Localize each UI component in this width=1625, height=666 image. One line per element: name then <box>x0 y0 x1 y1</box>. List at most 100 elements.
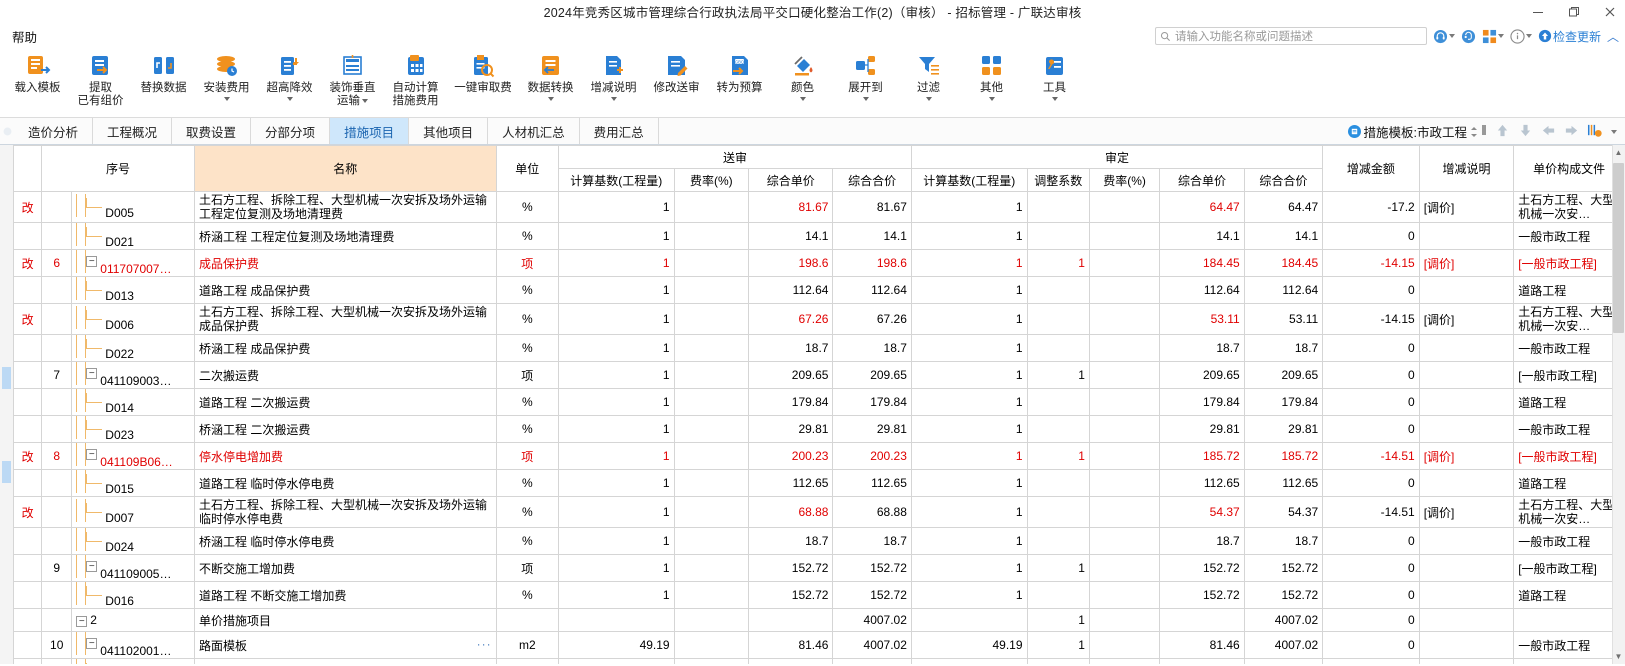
chevron-down-icon[interactable] <box>223 97 230 101</box>
row-code[interactable]: −2 <box>71 608 195 632</box>
chevron-down-icon[interactable] <box>1448 34 1455 38</box>
chevron-down-icon[interactable] <box>362 98 368 103</box>
minimize-icon[interactable] <box>1529 3 1547 21</box>
ribbon-button-install-fee[interactable]: 安装费用 <box>195 49 258 115</box>
chevron-down-icon[interactable] <box>547 97 554 101</box>
table-row[interactable]: 改 D006 土石方工程、拆除工程、大型机械一次安拆及场外运输 成品保护费% 1 67.… <box>12 303 1625 335</box>
table-row[interactable]: D023 桥涵工程 二次搬运费% 1 29.81 29.81 1 29.81 29.81 0 一般… <box>12 415 1625 443</box>
measure-template-selector[interactable]: 措施模板:市政工程 <box>1347 122 1487 141</box>
menu-item-help[interactable]: 帮助 <box>4 27 45 46</box>
row-name[interactable]: 道路工程 二次搬运费 <box>193 388 497 416</box>
row-code[interactable]: D014 <box>71 388 195 416</box>
row-name[interactable]: 成品保护费 <box>193 249 497 277</box>
ribbon-button-one-key-review-fee[interactable]: 一键审取费 <box>447 49 519 115</box>
scrollbar-thumb[interactable] <box>1613 163 1624 333</box>
table-row[interactable]: 改 D005 土石方工程、拆除工程、大型机械一次安拆及场外运输 工程定位复测及场地清… <box>12 191 1625 223</box>
cell-ellipsis-icon[interactable]: ··· <box>477 637 492 651</box>
chevron-down-icon[interactable] <box>988 97 995 101</box>
table-row[interactable]: D015 道路工程 临时停水停电费% 1 112.65 112.65 1 112.65 112… <box>12 469 1625 497</box>
row-name[interactable]: 桥涵工程 工程定位复测及场地清理费 <box>193 222 497 250</box>
row-expander[interactable]: − <box>86 368 98 379</box>
move-down-icon[interactable] <box>1518 123 1533 141</box>
tab-fee-settings[interactable]: 取费设置 <box>172 118 252 144</box>
table-row[interactable]: −2 单价措施项目 4007.02 1 4007.02 0 <box>12 608 1625 632</box>
tab-subitems[interactable]: 分部分项 <box>251 118 331 144</box>
table-row[interactable]: 改 D007 土石方工程、拆除工程、大型机械一次安拆及场外运输 临时停水停电费% 1 6… <box>12 496 1625 528</box>
row-code[interactable]: D023 <box>71 415 195 443</box>
ribbon-button-expand-to[interactable]: 展开到 <box>834 49 897 115</box>
ribbon-button-change-note[interactable]: 增减说明 <box>582 49 645 115</box>
ribbon-button-edit-submit[interactable]: 修改送审 <box>645 49 708 115</box>
collapse-ribbon-icon[interactable]: ︿ <box>1607 28 1619 45</box>
tab-scroll-left-icon[interactable] <box>0 118 14 144</box>
table-row[interactable]: D016 道路工程 不断交施工增加费% 1 152.72 152.72 1 152.72 15… <box>12 581 1625 609</box>
ribbon-button-replace-data[interactable]: 替换数据 <box>132 49 195 115</box>
row-name[interactable]: 土石方工程、拆除工程、大型机械一次安拆及场外运输 成品保护费 <box>193 303 497 335</box>
row-code[interactable]: −041102001… <box>71 631 195 659</box>
table-row[interactable]: 7−041109003… 二次搬运费项 1 209.65 209.65 1 1 209.65 2… <box>12 361 1625 389</box>
row-name[interactable]: 道路工程 不断交施工增加费 <box>193 581 497 609</box>
info-icon[interactable] <box>1510 28 1532 44</box>
row-code[interactable]: D007 <box>71 496 195 528</box>
table-row[interactable]: 改 6−011707007… 成品保护费项 1 198.6 198.6 1 1 184.45 18… <box>12 249 1625 277</box>
row-code[interactable]: D024 <box>71 527 195 555</box>
row-code[interactable]: −041109003… <box>71 361 195 389</box>
ribbon-button-color[interactable]: 颜色 <box>771 49 834 115</box>
check-update-button[interactable]: 检查更新 <box>1538 28 1601 45</box>
row-name[interactable]: 不断交施工增加费 <box>193 554 497 582</box>
row-code[interactable]: −041109005… <box>71 554 195 582</box>
chevron-down-icon[interactable] <box>1611 129 1617 134</box>
ribbon-button-vertical-transport[interactable]: 装饰垂直 运输 <box>321 49 384 115</box>
chevron-down-icon[interactable] <box>1051 97 1058 101</box>
ribbon-button-extract-price[interactable]: 提取 已有组价 <box>69 49 132 115</box>
row-expander[interactable]: − <box>86 561 98 572</box>
tab-fee-summary[interactable]: 费用汇总 <box>579 118 659 144</box>
table-row[interactable]: 10−041102001… ··· 路面模板 m2 49.19 81.46 4007.02 4… <box>12 631 1625 659</box>
row-expander[interactable]: − <box>86 256 98 267</box>
tab-cost-analysis[interactable]: 造价分析 <box>14 118 94 144</box>
tab-measure-items[interactable]: 措施项目 <box>330 118 410 144</box>
restore-icon[interactable] <box>1565 3 1583 21</box>
ribbon-button-to-budget[interactable]: GBQ 转为预算 <box>708 49 771 115</box>
column-settings-icon[interactable] <box>1587 123 1603 141</box>
table-row[interactable]: D013 道路工程 成品保护费% 1 112.64 112.64 1 112.64 112.6… <box>12 276 1625 304</box>
row-expander[interactable]: − <box>76 616 88 627</box>
row-name[interactable]: 桥涵工程 二次搬运费 <box>193 415 497 443</box>
row-name[interactable]: 道路工程 成品保护费 <box>193 276 497 304</box>
chevron-down-icon[interactable] <box>610 97 617 101</box>
chevron-down-icon[interactable] <box>286 97 293 101</box>
row-expander[interactable]: − <box>86 638 98 649</box>
tab-labor-material-machine[interactable]: 人材机汇总 <box>488 118 580 144</box>
chevron-down-icon[interactable] <box>1497 34 1504 38</box>
move-left-icon[interactable] <box>1541 123 1556 141</box>
apps-grid-icon[interactable] <box>1482 29 1504 44</box>
row-code[interactable]: −041109B06… <box>71 442 195 470</box>
template-spinner-icon[interactable] <box>1470 126 1478 138</box>
chevron-down-icon[interactable] <box>799 97 806 101</box>
row-name[interactable]: 二次搬运费 <box>193 361 497 389</box>
table-row[interactable]: D021 桥涵工程 工程定位复测及场地清理费% 1 14.1 14.1 1 14.1 14.1… <box>12 222 1625 250</box>
ribbon-button-filter[interactable]: 过滤 <box>897 49 960 115</box>
chevron-down-icon[interactable] <box>862 97 869 101</box>
row-code[interactable]: D006 <box>71 303 195 335</box>
ribbon-button-tools[interactable]: 工具 <box>1023 49 1086 115</box>
row-code[interactable]: D005 <box>71 191 195 223</box>
table-row[interactable]: 2-206木模板10m24.919814.654007.264.919814.6… <box>12 658 1625 664</box>
close-icon[interactable] <box>1601 3 1619 21</box>
row-name[interactable]: 桥涵工程 临时停水停电费 <box>193 527 497 555</box>
row-name[interactable]: 道路工程 临时停水停电费 <box>193 469 497 497</box>
vertical-scrollbar[interactable]: ▲ ▼ <box>1612 145 1625 664</box>
ribbon-button-other[interactable]: 其他 <box>960 49 1023 115</box>
row-code[interactable]: D022 <box>71 334 195 362</box>
table-row[interactable]: D014 道路工程 二次搬运费% 1 179.84 179.84 1 179.84 179.8… <box>12 388 1625 416</box>
row-name[interactable]: 停水停电增加费 <box>193 442 497 470</box>
row-name[interactable]: 木模板 <box>193 658 497 664</box>
ribbon-button-height-efficiency[interactable]: 超高降效 <box>258 49 321 115</box>
chevron-down-icon[interactable] <box>925 97 932 101</box>
tab-other-items[interactable]: 其他项目 <box>409 118 489 144</box>
scroll-up-icon[interactable]: ▲ <box>1612 145 1625 160</box>
tab-project-overview[interactable]: 工程概况 <box>93 118 173 144</box>
row-code[interactable]: 2-206 <box>71 658 195 664</box>
ribbon-button-load-template[interactable]: 载入模板 <box>6 49 69 115</box>
table-row[interactable]: D022 桥涵工程 成品保护费% 1 18.7 18.7 1 18.7 18.7 0 一般市政工程 <box>12 334 1625 362</box>
